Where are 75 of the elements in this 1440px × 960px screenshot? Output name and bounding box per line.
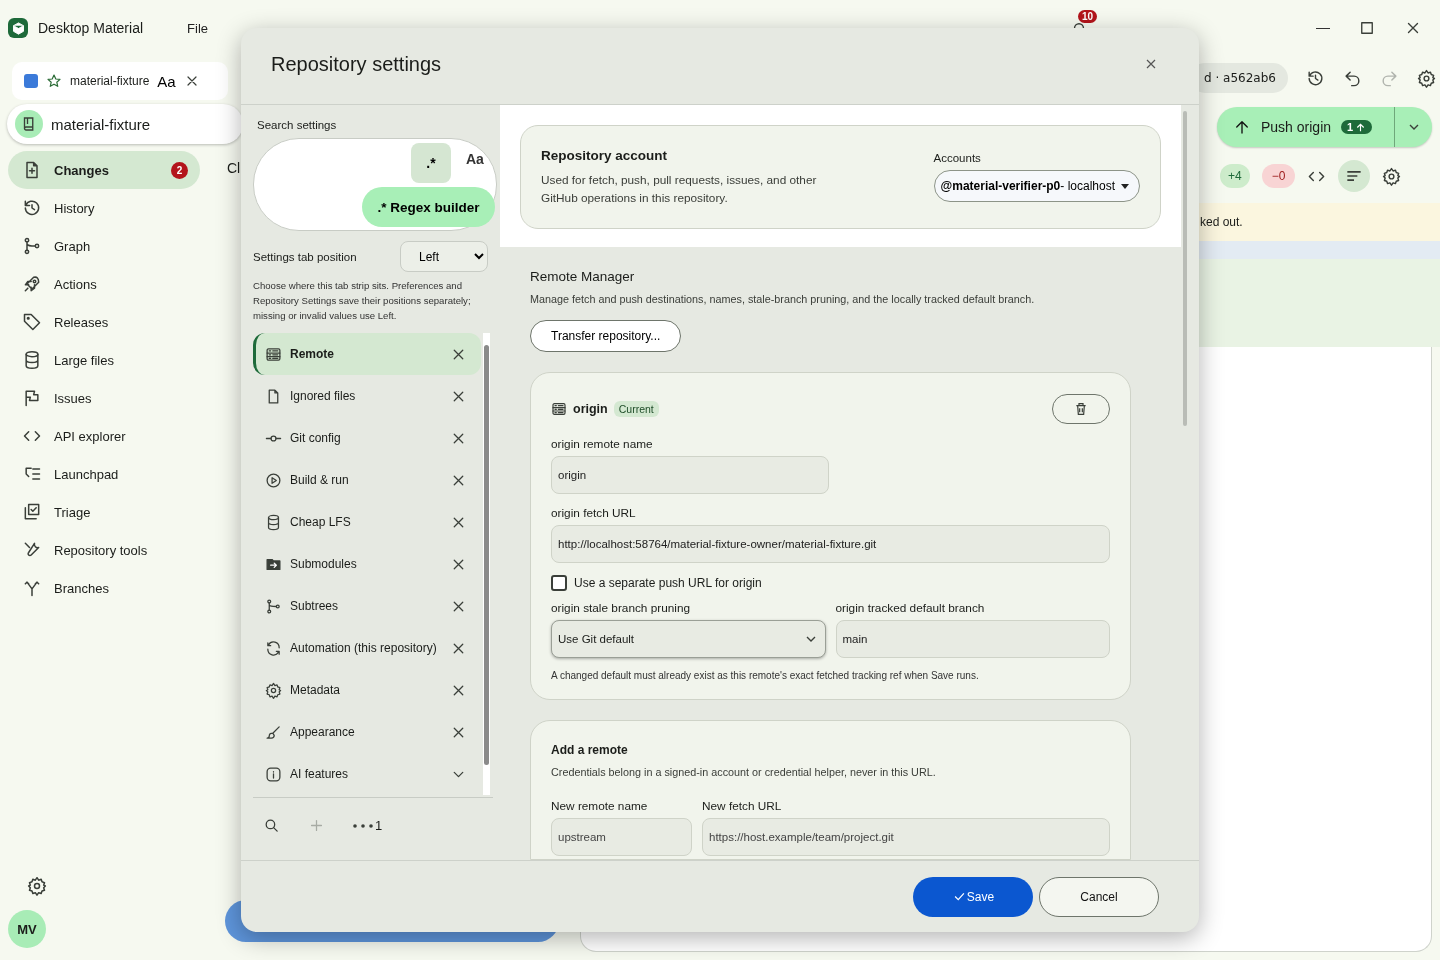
input-field[interactable]: https://host.example/team/project.git [702,818,1110,856]
settings-tab[interactable]: Subtrees [253,585,481,627]
repository-name: material-fixture [51,115,151,133]
current-tag: Current [613,401,659,417]
save-button[interactable]: Save [913,876,1033,917]
field-label: origin remote name [551,437,654,451]
repository-selector[interactable]: material-fixture [7,104,243,144]
card-title: Repository account [541,147,669,163]
field-label: origin fetch URL [551,506,637,520]
app-title: Desktop Material [38,20,144,36]
field-label: New remote name [551,799,649,813]
dialog-title: Repository settings [271,52,442,76]
count-badge: 2 [171,161,188,179]
nav-item[interactable]: API explorer [8,417,200,455]
remote-name: origin [573,402,608,416]
repo-tab[interactable]: material-fixture Aa [12,62,228,100]
settings-tab[interactable]: Appearance [253,711,481,753]
field-label: Accounts [933,152,982,164]
note-text: A changed default must already exist as this remote's exact fetched tracking ref when Save runs. [551,670,980,681]
input-field[interactable]: upstream [551,818,692,856]
card-description: Used for fetch, push, pull requests, issues, and other GitHub operations in this repository. [541,171,818,207]
cancel-button[interactable]: Cancel [1039,876,1159,917]
settings-tab[interactable]: Metadata [253,669,481,711]
additions-count: +4 [1220,164,1250,188]
settings-tab[interactable]: Automation (this repository) [253,627,481,669]
settings-tab[interactable]: Remote [253,333,481,375]
section-heading: Cl [227,160,241,176]
nav-item[interactable]: Branches [8,569,200,607]
settings-tab[interactable]: Ignored files [253,375,481,417]
push-button[interactable]: Push origin 1 [1217,107,1432,147]
case-toggle[interactable]: Aa [466,151,484,167]
deletions-count: −0 [1261,164,1296,188]
section-description: Manage fetch and push destinations, names, stale-branch pruning, and the locally tracked default branch. [530,292,1036,307]
card-description: Credentials belong in a signed-in account or credential helper, never in this URL. [551,765,937,780]
input-field[interactable]: origin [551,456,829,494]
field-label: Search settings [257,119,338,131]
menu-item[interactable]: File [179,16,216,40]
settings-tab[interactable]: Cheap LFS [253,501,481,543]
settings-tab[interactable]: Build & run [253,459,481,501]
regex-builder-button[interactable]: .* Regex builder [362,187,495,227]
nav-item[interactable]: Graph [8,227,200,265]
nav-item[interactable]: Issues [8,379,200,417]
field-label: origin stale branch pruning [551,601,692,615]
nav-item[interactable]: History [8,189,200,227]
font-toggle[interactable]: Aa [157,72,176,90]
nav-item[interactable]: Large files [8,341,200,379]
checkbox-label: Use a separate push URL for origin [574,576,762,590]
tab-position-select[interactable]: Left [400,241,488,272]
nav-item[interactable]: Triage [8,493,200,531]
user-avatar: MV [8,910,46,948]
card-title: Add a remote [551,743,629,757]
input-field[interactable]: http://localhost:58764/material-fixture-owner/material-fixture.git [551,525,1110,563]
regex-toggle[interactable]: .* [411,143,451,183]
notification-badge: 10 [1078,10,1098,23]
search-field[interactable]: .* Aa .* Regex builder [253,138,497,231]
settings-tab[interactable]: Git config [253,417,481,459]
more-tabs-button[interactable]: 1 [353,818,383,833]
input-field[interactable]: main [835,620,1110,658]
field-label: Settings tab position [253,250,357,263]
ahead-count: 1 [1341,120,1373,134]
nav-item[interactable]: Actions [8,265,200,303]
transfer-button[interactable]: Transfer repository... [530,320,682,352]
repo-tab-label: material-fixture [70,74,150,88]
nav-item[interactable]: Launchpad [8,455,200,493]
section-title: Remote Manager [530,269,636,284]
field-label: origin tracked default branch [835,601,986,615]
field-label: New fetch URL [702,799,783,813]
account-dropdown[interactable]: @material-verifier-p0- localhost [933,170,1140,202]
pruning-dropdown[interactable]: Use Git default [551,620,826,658]
nav-item[interactable]: Releases [8,303,200,341]
nav-item[interactable]: Changes 2 [8,151,200,189]
settings-tab[interactable]: AI features [253,753,481,795]
help-text: Choose where this tab strip sits. Preferences and Repository Settings save their positions separately; missing or invalid values use Left. [253,279,472,323]
nav-item[interactable]: Repository tools [8,531,200,569]
settings-tab[interactable]: Submodules [253,543,481,585]
